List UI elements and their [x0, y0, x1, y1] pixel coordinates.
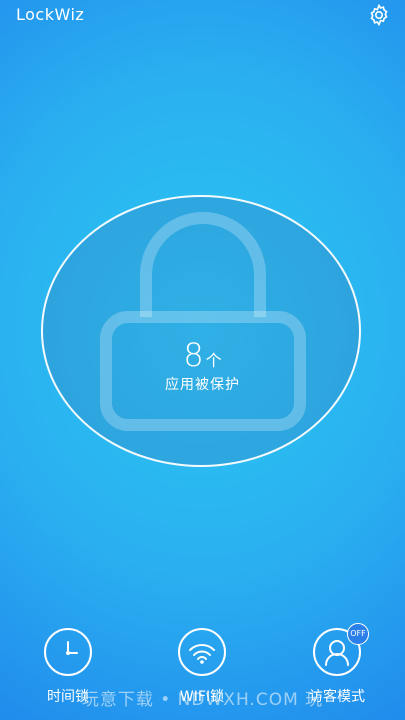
- settings-button[interactable]: [367, 3, 391, 27]
- wifi-icon: [178, 628, 226, 676]
- wifi-lock-button[interactable]: WIFI锁: [147, 628, 257, 706]
- protected-apps-circle[interactable]: [41, 195, 361, 467]
- protected-count-unit: 个: [205, 351, 222, 370]
- protected-count: 8个: [0, 336, 405, 374]
- time-lock-label: 时间锁: [47, 689, 89, 705]
- time-lock-button[interactable]: 时间锁: [13, 628, 123, 706]
- protected-count-number: 8: [183, 336, 204, 374]
- protected-label: 应用被保护: [165, 377, 240, 393]
- app-title: LockWiz: [16, 5, 85, 24]
- guest-mode-button[interactable]: OFF 访客模式: [282, 623, 392, 706]
- user-icon: OFF: [313, 623, 369, 676]
- gear-icon: [370, 3, 388, 27]
- guest-mode-off-badge: OFF: [347, 623, 369, 645]
- clock-icon: [44, 628, 92, 676]
- top-bar: LockWiz: [0, 0, 405, 30]
- guest-mode-label: 访客模式: [309, 689, 365, 705]
- wifi-lock-label: WIFI锁: [179, 689, 225, 705]
- feature-bar: 时间锁 WIFI锁 OFF 访客模式: [0, 623, 405, 720]
- lock-icon: [100, 212, 306, 431]
